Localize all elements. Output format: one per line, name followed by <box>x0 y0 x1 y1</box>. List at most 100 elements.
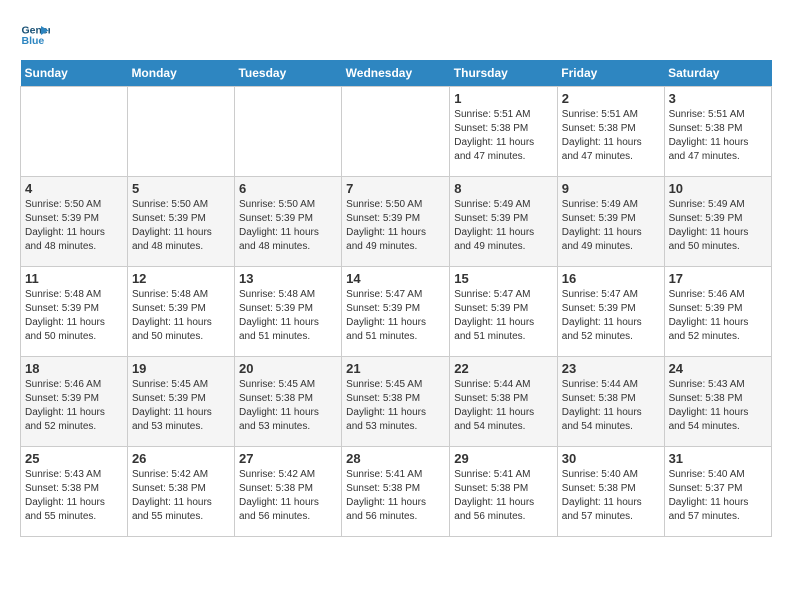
calendar-header-cell: Thursday <box>450 60 558 87</box>
day-number: 22 <box>454 361 553 376</box>
calendar-cell: 30 Sunrise: 5:40 AM Sunset: 5:38 PM Dayli… <box>557 447 664 537</box>
day-info: Sunrise: 5:51 AM Sunset: 5:38 PM Dayligh… <box>669 108 767 164</box>
calendar-cell: 27Sunrise: 5:42 AM Sunset: 5:38 PM Dayli… <box>234 447 341 537</box>
calendar-header-cell: Sunday <box>21 60 128 87</box>
calendar-header-cell: Saturday <box>664 60 771 87</box>
day-info: Sunrise: 5:45 AM Sunset: 5:38 PM Dayligh… <box>346 378 445 434</box>
day-info: Sunrise: 5:48 AM Sunset: 5:39 PM Dayligh… <box>239 288 337 344</box>
day-number: 15 <box>454 271 553 286</box>
calendar-cell: 28 Sunrise: 5:41 AM Sunset: 5:38 PM Dayli… <box>342 447 450 537</box>
day-number: 13 <box>239 271 337 286</box>
logo-icon: General Blue <box>20 20 50 50</box>
calendar-header-cell: Friday <box>557 60 664 87</box>
day-number: 1 <box>454 91 553 106</box>
calendar-cell <box>21 87 128 177</box>
day-info: Sunrise: 5:50 AM Sunset: 5:39 PM Dayligh… <box>239 198 337 254</box>
calendar-week-row: 4 Sunrise: 5:50 AM Sunset: 5:39 PM Daylig… <box>21 177 772 267</box>
day-info: Sunrise: 5:42 AM Sunset: 5:38 PM Dayligh… <box>132 468 230 524</box>
calendar-cell: 3 Sunrise: 5:51 AM Sunset: 5:38 PM Daylig… <box>664 87 771 177</box>
day-info: Sunrise: 5:45 AM Sunset: 5:39 PM Dayligh… <box>132 378 230 434</box>
day-info: Sunrise: 5:49 AM Sunset: 5:39 PM Dayligh… <box>454 198 553 254</box>
day-number: 6 <box>239 181 337 196</box>
day-info: Sunrise: 5:47 AM Sunset: 5:39 PM Dayligh… <box>562 288 660 344</box>
calendar-cell: 18 Sunrise: 5:46 AM Sunset: 5:39 PM Dayli… <box>21 357 128 447</box>
day-number: 17 <box>669 271 767 286</box>
calendar-cell <box>234 87 341 177</box>
day-number: 11 <box>25 271 123 286</box>
day-number: 18 <box>25 361 123 376</box>
calendar-header-row: SundayMondayTuesdayWednesdayThursdayFrid… <box>21 60 772 87</box>
day-number: 29 <box>454 451 553 466</box>
day-info: Sunrise: 5:44 AM Sunset: 5:38 PM Dayligh… <box>562 378 660 434</box>
day-number: 30 <box>562 451 660 466</box>
day-number: 9 <box>562 181 660 196</box>
day-info: Sunrise: 5:47 AM Sunset: 5:39 PM Dayligh… <box>454 288 553 344</box>
calendar-cell: 22 Sunrise: 5:44 AM Sunset: 5:38 PM Dayli… <box>450 357 558 447</box>
calendar-cell: 12Sunrise: 5:48 AM Sunset: 5:39 PM Dayli… <box>127 267 234 357</box>
day-info: Sunrise: 5:51 AM Sunset: 5:38 PM Dayligh… <box>562 108 660 164</box>
calendar-cell: 25 Sunrise: 5:43 AM Sunset: 5:38 PM Dayli… <box>21 447 128 537</box>
day-number: 14 <box>346 271 445 286</box>
svg-text:Blue: Blue <box>22 35 45 47</box>
calendar-cell: 17 Sunrise: 5:46 AM Sunset: 5:39 PM Dayli… <box>664 267 771 357</box>
calendar-cell: 21Sunrise: 5:45 AM Sunset: 5:38 PM Dayli… <box>342 357 450 447</box>
calendar-cell: 29 Sunrise: 5:41 AM Sunset: 5:38 PM Dayli… <box>450 447 558 537</box>
calendar-cell: 23 Sunrise: 5:44 AM Sunset: 5:38 PM Dayli… <box>557 357 664 447</box>
calendar-cell: 1 Sunrise: 5:51 AM Sunset: 5:38 PM Daylig… <box>450 87 558 177</box>
day-info: Sunrise: 5:49 AM Sunset: 5:39 PM Dayligh… <box>669 198 767 254</box>
calendar-cell: 8Sunrise: 5:49 AM Sunset: 5:39 PM Daylig… <box>450 177 558 267</box>
calendar-table: SundayMondayTuesdayWednesdayThursdayFrid… <box>20 60 772 537</box>
day-number: 23 <box>562 361 660 376</box>
calendar-cell: 7 Sunrise: 5:50 AM Sunset: 5:39 PM Daylig… <box>342 177 450 267</box>
day-number: 28 <box>346 451 445 466</box>
calendar-cell: 9 Sunrise: 5:49 AM Sunset: 5:39 PM Daylig… <box>557 177 664 267</box>
day-info: Sunrise: 5:43 AM Sunset: 5:38 PM Dayligh… <box>669 378 767 434</box>
calendar-cell: 5 Sunrise: 5:50 AM Sunset: 5:39 PM Daylig… <box>127 177 234 267</box>
day-info: Sunrise: 5:43 AM Sunset: 5:38 PM Dayligh… <box>25 468 123 524</box>
calendar-week-row: 1 Sunrise: 5:51 AM Sunset: 5:38 PM Daylig… <box>21 87 772 177</box>
calendar-week-row: 25 Sunrise: 5:43 AM Sunset: 5:38 PM Dayli… <box>21 447 772 537</box>
calendar-cell <box>342 87 450 177</box>
day-info: Sunrise: 5:45 AM Sunset: 5:38 PM Dayligh… <box>239 378 337 434</box>
calendar-cell: 4Sunrise: 5:50 AM Sunset: 5:39 PM Daylig… <box>21 177 128 267</box>
day-number: 5 <box>132 181 230 196</box>
calendar-week-row: 18 Sunrise: 5:46 AM Sunset: 5:39 PM Dayli… <box>21 357 772 447</box>
calendar-cell: 14 Sunrise: 5:47 AM Sunset: 5:39 PM Dayli… <box>342 267 450 357</box>
day-number: 16 <box>562 271 660 286</box>
calendar-cell: 19Sunrise: 5:45 AM Sunset: 5:39 PM Dayli… <box>127 357 234 447</box>
logo: General Blue <box>20 20 50 50</box>
calendar-cell: 10 Sunrise: 5:49 AM Sunset: 5:39 PM Dayli… <box>664 177 771 267</box>
day-number: 4 <box>25 181 123 196</box>
day-info: Sunrise: 5:49 AM Sunset: 5:39 PM Dayligh… <box>562 198 660 254</box>
calendar-cell: 24 Sunrise: 5:43 AM Sunset: 5:38 PM Dayli… <box>664 357 771 447</box>
calendar-cell: 20Sunrise: 5:45 AM Sunset: 5:38 PM Dayli… <box>234 357 341 447</box>
calendar-cell: 2Sunrise: 5:51 AM Sunset: 5:38 PM Daylig… <box>557 87 664 177</box>
day-info: Sunrise: 5:50 AM Sunset: 5:39 PM Dayligh… <box>132 198 230 254</box>
day-info: Sunrise: 5:47 AM Sunset: 5:39 PM Dayligh… <box>346 288 445 344</box>
day-info: Sunrise: 5:46 AM Sunset: 5:39 PM Dayligh… <box>25 378 123 434</box>
day-info: Sunrise: 5:48 AM Sunset: 5:39 PM Dayligh… <box>132 288 230 344</box>
day-number: 26 <box>132 451 230 466</box>
day-info: Sunrise: 5:44 AM Sunset: 5:38 PM Dayligh… <box>454 378 553 434</box>
calendar-cell: 13 Sunrise: 5:48 AM Sunset: 5:39 PM Dayli… <box>234 267 341 357</box>
day-number: 10 <box>669 181 767 196</box>
calendar-header-cell: Tuesday <box>234 60 341 87</box>
day-info: Sunrise: 5:50 AM Sunset: 5:39 PM Dayligh… <box>346 198 445 254</box>
day-number: 25 <box>25 451 123 466</box>
calendar-week-row: 11 Sunrise: 5:48 AM Sunset: 5:39 PM Dayli… <box>21 267 772 357</box>
day-info: Sunrise: 5:41 AM Sunset: 5:38 PM Dayligh… <box>346 468 445 524</box>
day-number: 24 <box>669 361 767 376</box>
day-info: Sunrise: 5:46 AM Sunset: 5:39 PM Dayligh… <box>669 288 767 344</box>
day-info: Sunrise: 5:48 AM Sunset: 5:39 PM Dayligh… <box>25 288 123 344</box>
calendar-cell: 16 Sunrise: 5:47 AM Sunset: 5:39 PM Dayli… <box>557 267 664 357</box>
day-number: 31 <box>669 451 767 466</box>
day-number: 3 <box>669 91 767 106</box>
calendar-cell: 6 Sunrise: 5:50 AM Sunset: 5:39 PM Daylig… <box>234 177 341 267</box>
calendar-header-cell: Monday <box>127 60 234 87</box>
page-header: General Blue <box>20 20 772 50</box>
calendar-cell: 11 Sunrise: 5:48 AM Sunset: 5:39 PM Dayli… <box>21 267 128 357</box>
day-info: Sunrise: 5:51 AM Sunset: 5:38 PM Dayligh… <box>454 108 553 164</box>
day-info: Sunrise: 5:41 AM Sunset: 5:38 PM Dayligh… <box>454 468 553 524</box>
day-info: Sunrise: 5:40 AM Sunset: 5:38 PM Dayligh… <box>562 468 660 524</box>
day-number: 7 <box>346 181 445 196</box>
